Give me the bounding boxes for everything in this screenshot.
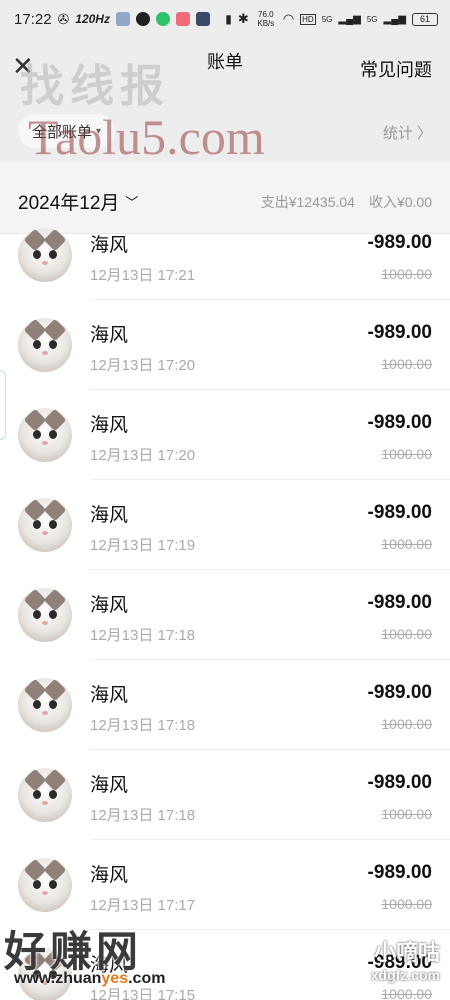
transaction-row[interactable]: 海风 12月13日 17:17 -989.00 1000.00 bbox=[0, 840, 450, 930]
month-label: 2024年12月 bbox=[18, 193, 120, 214]
watermark-bottom: 好赚网 www.zhuanyes.com bbox=[0, 918, 210, 998]
payee-name: 海风 bbox=[90, 775, 129, 796]
transaction-time: 12月13日 17:21 bbox=[90, 267, 196, 284]
original-amount: 1000.00 bbox=[381, 356, 432, 372]
transaction-time: 12月13日 17:18 bbox=[90, 717, 196, 734]
original-amount: 1000.00 bbox=[381, 806, 432, 822]
transaction-row[interactable]: 海风 12月13日 17:18 -989.00 1000.00 bbox=[0, 750, 450, 840]
original-amount: 1000.00 bbox=[381, 446, 432, 462]
month-bar: 2024年12月 ﹀ 支出¥12435.04 收入¥0.00 bbox=[0, 162, 450, 234]
app-icon-1 bbox=[115, 12, 130, 26]
watermark-br-en: xdgfz.com bbox=[370, 967, 440, 983]
transaction-list: 海风 12月13日 17:21 -989.00 1000.00 海风 12月13日 17:… bbox=[0, 228, 450, 1000]
avatar bbox=[18, 678, 72, 732]
avatar bbox=[18, 498, 72, 552]
faq-link[interactable]: 常见问题 bbox=[360, 56, 432, 82]
transaction-time: 12月13日 17:20 bbox=[90, 447, 196, 464]
avatar bbox=[18, 588, 72, 642]
avatar bbox=[18, 408, 72, 462]
signal-icon-1: ▂▄▆ bbox=[338, 13, 361, 25]
watermark-bottom-url: www.zhuanyes.com bbox=[14, 970, 165, 988]
hd-badge: HD bbox=[300, 13, 316, 25]
transaction-row[interactable]: 海风 12月13日 17:18 -989.00 1000.00 bbox=[0, 570, 450, 660]
transaction-row[interactable]: 海风 12月13日 17:20 -989.00 1000.00 bbox=[0, 300, 450, 390]
transaction-time: 12月13日 17:19 bbox=[90, 537, 196, 554]
income-total: 收入¥0.00 bbox=[368, 194, 432, 210]
original-amount: 1000.00 bbox=[381, 536, 432, 552]
avatar bbox=[18, 768, 72, 822]
payee-name: 海风 bbox=[90, 235, 129, 256]
payee-name: 海风 bbox=[90, 685, 129, 706]
payee-name: 海风 bbox=[90, 865, 129, 886]
transaction-time: 12月13日 17:17 bbox=[90, 897, 196, 914]
original-amount: 1000.00 bbox=[381, 626, 432, 642]
transaction-amount: -989.00 bbox=[367, 862, 432, 883]
signal-5g-1: 5G bbox=[321, 14, 333, 24]
bluetooth-icon: ✱ bbox=[237, 11, 249, 26]
avatar bbox=[18, 228, 72, 282]
transaction-amount: -989.00 bbox=[367, 232, 432, 253]
wm-url-c: .com bbox=[128, 970, 166, 987]
transaction-time: 12月13日 17:18 bbox=[90, 807, 196, 824]
refresh-rate: 120Hz bbox=[75, 12, 110, 26]
battery-icon: 61 bbox=[412, 12, 438, 26]
chevron-down-icon: ﹀ bbox=[125, 195, 139, 210]
app-icon-4 bbox=[175, 12, 190, 26]
original-amount: 1000.00 bbox=[381, 896, 432, 912]
payee-name: 海风 bbox=[90, 325, 129, 346]
transaction-amount: -989.00 bbox=[367, 682, 432, 703]
net-speed: 76.0 KB/s bbox=[257, 10, 275, 28]
month-summary: 支出¥12435.04 收入¥0.00 bbox=[261, 192, 432, 212]
expense-total: 支出¥12435.04 bbox=[260, 194, 355, 210]
avatar bbox=[18, 858, 72, 912]
transaction-row[interactable]: 海风 12月13日 17:19 -989.00 1000.00 bbox=[0, 480, 450, 570]
transaction-amount: -989.00 bbox=[367, 592, 432, 613]
wm-url-b: yes bbox=[101, 970, 129, 987]
avatar bbox=[18, 318, 72, 372]
payee-name: 海风 bbox=[90, 415, 129, 436]
wifi-icon: ◠ bbox=[282, 11, 295, 26]
side-tab bbox=[0, 370, 6, 440]
transaction-amount: -989.00 bbox=[367, 502, 432, 523]
stats-link[interactable]: 统计 〉 bbox=[383, 122, 432, 143]
signal-5g-2: 5G bbox=[366, 14, 378, 24]
transaction-amount: -989.00 bbox=[367, 772, 432, 793]
transaction-row[interactable]: 海风 12月13日 17:21 -989.00 1000.00 bbox=[0, 228, 450, 300]
vibrate-icon: ▮ bbox=[225, 12, 232, 26]
month-picker[interactable]: 2024年12月 ﹀ bbox=[18, 188, 138, 215]
transaction-amount: -989.00 bbox=[367, 322, 432, 343]
signal-icon-2: ▂▄▆ bbox=[383, 13, 406, 25]
transaction-row[interactable]: 海风 12月13日 17:20 -989.00 1000.00 bbox=[0, 390, 450, 480]
watermark-br-cn: 小嘀咕 bbox=[373, 940, 440, 965]
transaction-amount: -989.00 bbox=[367, 412, 432, 433]
watermark-bottom-right: 小嘀咕 xdgfz.com bbox=[360, 935, 440, 983]
qq-icon bbox=[135, 12, 150, 26]
payee-name: 海风 bbox=[90, 505, 129, 526]
original-amount: 1000.00 bbox=[381, 986, 432, 1000]
payee-name: 海风 bbox=[90, 595, 129, 616]
status-time: 17:22 bbox=[14, 10, 52, 28]
fan-icon: ✇ bbox=[57, 10, 70, 27]
original-amount: 1000.00 bbox=[381, 716, 432, 732]
watermark-url: Taolu5.com bbox=[28, 109, 265, 165]
transaction-time: 12月13日 17:20 bbox=[90, 357, 196, 374]
app-icon-3 bbox=[155, 12, 170, 26]
wm-url-a: www.zhuan bbox=[14, 970, 102, 987]
app-icon-5 bbox=[195, 12, 210, 26]
original-amount: 1000.00 bbox=[381, 266, 432, 282]
transaction-time: 12月13日 17:18 bbox=[90, 627, 196, 644]
transaction-row[interactable]: 海风 12月13日 17:18 -989.00 1000.00 bbox=[0, 660, 450, 750]
watermark-top: 找线报 bbox=[20, 62, 170, 111]
status-bar: 17:22 ✇ 120Hz ▮ ✱ 76.0 KB/s ◠ HD 5G ▂▄▆ … bbox=[0, 0, 450, 38]
